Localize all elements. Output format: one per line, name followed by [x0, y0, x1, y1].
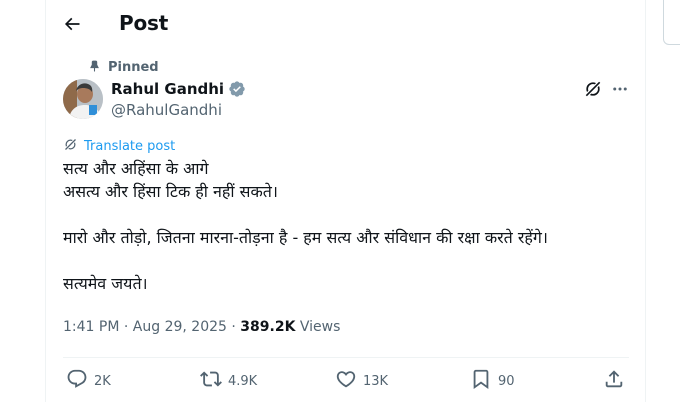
post-text-line: मारो और तोड़ो, जितना मारना-तोड़ना है - ह…: [63, 228, 548, 247]
meta-separator: ·: [231, 319, 236, 335]
post-date[interactable]: Aug 29, 2025: [133, 319, 227, 335]
post-page: Post Pinned Rahul Gandhi @RahulGandhi Tr…: [0, 0, 680, 402]
author-name-row[interactable]: Rahul Gandhi: [111, 80, 246, 98]
like-button[interactable]: 13K: [335, 367, 388, 395]
post-actions: 2K 4.9K 13K 90: [63, 367, 633, 395]
bookmark-icon: [470, 368, 492, 394]
post-text: सत्य और अहिंसा के आगे असत्य और हिंसा टिक…: [63, 157, 633, 295]
repost-button[interactable]: 4.9K: [200, 367, 257, 395]
pinned-indicator: Pinned: [88, 59, 159, 75]
post-text-line: सत्यमेव जयते।: [63, 274, 148, 293]
views-label: Views: [299, 319, 341, 335]
post-metadata: 1:41 PM · Aug 29, 2025 · 389.2K Views: [63, 319, 340, 335]
like-count: 13K: [363, 373, 389, 389]
more-icon: [611, 80, 629, 102]
translate-post-link[interactable]: Translate post: [63, 137, 175, 156]
grok-icon: [583, 79, 603, 103]
reply-count: 2K: [94, 373, 111, 389]
post-text-blank-line: [63, 203, 633, 226]
views-count[interactable]: 389.2K: [240, 319, 295, 335]
translate-icon: [63, 137, 78, 156]
reply-icon: [66, 368, 88, 394]
avatar[interactable]: [63, 79, 103, 119]
meta-separator: ·: [123, 319, 129, 335]
back-arrow-icon: [62, 14, 82, 38]
reply-button[interactable]: 2K: [66, 367, 111, 395]
divider: [63, 357, 629, 358]
repost-count: 4.9K: [228, 373, 258, 389]
share-button[interactable]: [603, 367, 625, 395]
bookmark-count: 90: [498, 373, 515, 389]
column-border-right: [645, 0, 646, 402]
verified-badge-icon[interactable]: [228, 80, 246, 98]
post-header: Post: [46, 0, 645, 52]
post-text-line: असत्य और हिंसा टिक ही नहीं सकते।: [63, 182, 278, 201]
pinned-label: Pinned: [108, 59, 159, 75]
translate-post-label[interactable]: Translate post: [84, 139, 175, 154]
grok-button[interactable]: [582, 80, 604, 102]
sidebar-search-box[interactable]: [663, 0, 680, 45]
like-icon: [335, 368, 357, 394]
back-button[interactable]: [54, 8, 90, 44]
page-title: Post: [119, 11, 169, 35]
post-text-line: सत्य और अहिंसा के आगे: [63, 159, 209, 178]
bookmark-button[interactable]: 90: [470, 367, 515, 395]
repost-icon: [200, 368, 222, 394]
post-text-blank-line: [63, 249, 633, 272]
column-border-left: [45, 0, 46, 402]
author-handle[interactable]: @RahulGandhi: [111, 101, 222, 119]
more-button[interactable]: [609, 80, 631, 102]
post-time[interactable]: 1:41 PM: [63, 319, 119, 335]
share-icon: [603, 368, 625, 394]
pin-icon: [88, 58, 101, 77]
author-name[interactable]: Rahul Gandhi: [111, 80, 224, 98]
